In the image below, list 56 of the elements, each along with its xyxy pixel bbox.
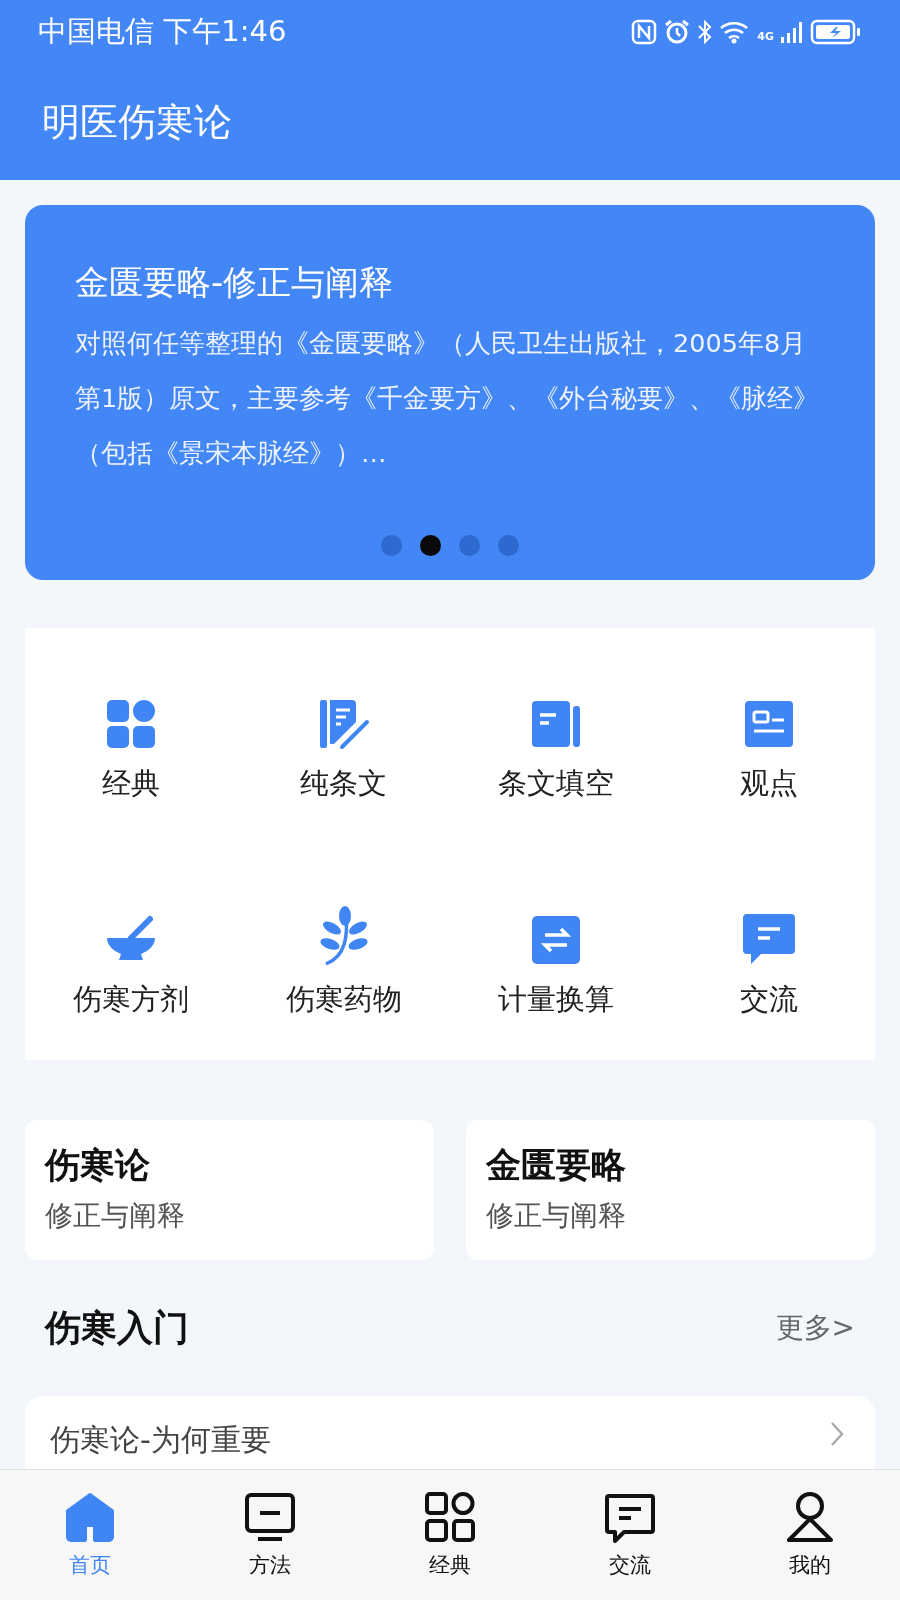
shortcut-item[interactable]: 计量换算	[450, 894, 663, 1020]
carousel-dot[interactable]	[498, 535, 519, 556]
document-icon	[530, 698, 583, 750]
book-subtitle: 修正与阐释	[486, 1198, 627, 1234]
shortcut-label: 条文填空	[498, 765, 615, 802]
grid-icon	[424, 1491, 476, 1543]
app-title: 明医伤寒论	[42, 98, 232, 146]
shortcut-label: 伤寒药物	[285, 981, 402, 1018]
nfc-icon	[631, 19, 658, 45]
book-title: 金匮要略	[486, 1144, 627, 1187]
article-item[interactable]: 伤寒论-为何重要	[25, 1396, 875, 1469]
notebook-pen-icon	[317, 698, 370, 750]
carousel-dot[interactable]	[459, 535, 480, 556]
book-card[interactable]: 伤寒论 修正与阐释	[25, 1120, 434, 1260]
exchange-icon	[530, 914, 583, 966]
carousel-dot[interactable]	[420, 535, 441, 556]
book-title: 伤寒论	[45, 1144, 151, 1187]
more-link[interactable]: 更多>	[775, 1309, 855, 1347]
book-subtitle: 修正与阐释	[45, 1198, 186, 1234]
id-card-icon	[742, 698, 795, 750]
shortcut-item[interactable]: 伤寒药物	[237, 894, 450, 1020]
book-card[interactable]: 金匮要略 修正与阐释	[466, 1120, 875, 1260]
banner-text: 对照何任等整理的《金匮要略》（人民卫生出版社，2005年8月第1版）原文，主要参考《千金要方》、《外台秘要》、《脉经》（包括《景宋本脉经》）…	[75, 327, 821, 470]
shortcut-item[interactable]: 伤寒方剂	[25, 894, 238, 1020]
chat-icon	[740, 912, 797, 966]
battery-icon	[810, 19, 862, 45]
nav-tab[interactable]: 交流	[570, 1491, 690, 1579]
signal-icon	[780, 20, 804, 44]
nav-tab[interactable]: 我的	[750, 1491, 870, 1579]
shortcut-label: 观点	[739, 765, 798, 802]
article-title: 伤寒论-为何重要	[50, 1421, 271, 1459]
shortcut-label: 伤寒方剂	[73, 981, 190, 1018]
alarm-icon	[663, 18, 692, 46]
grid-icon	[105, 698, 158, 750]
carousel-dot[interactable]	[381, 535, 402, 556]
shortcut-item[interactable]: 观点	[662, 678, 875, 804]
shortcut-label: 纯条文	[300, 765, 388, 802]
shortcut-item[interactable]: 交流	[662, 894, 875, 1020]
network-label: 4G	[757, 30, 774, 43]
nav-tab[interactable]: 方法	[210, 1491, 330, 1579]
bluetooth-icon	[697, 19, 714, 45]
monitor-icon	[244, 1491, 296, 1543]
banner-title: 金匮要略-修正与阐释	[75, 261, 395, 304]
shortcut-label: 交流	[739, 981, 798, 1018]
shortcut-label: 计量换算	[498, 981, 615, 1018]
nav-tab[interactable]: 经典	[390, 1491, 510, 1579]
status-text: 中国电信 下午1:46	[38, 13, 287, 50]
shortcut-item[interactable]: 纯条文	[237, 678, 450, 804]
chevron-right-icon	[829, 1420, 845, 1448]
shortcut-label: 经典	[102, 765, 161, 802]
section-title: 伤寒入门	[45, 1305, 189, 1350]
chat-icon	[604, 1491, 656, 1543]
home-icon	[64, 1491, 116, 1543]
shortcut-item[interactable]: 条文填空	[450, 678, 663, 804]
person-icon	[784, 1491, 836, 1543]
shortcut-item[interactable]: 经典	[25, 678, 238, 804]
